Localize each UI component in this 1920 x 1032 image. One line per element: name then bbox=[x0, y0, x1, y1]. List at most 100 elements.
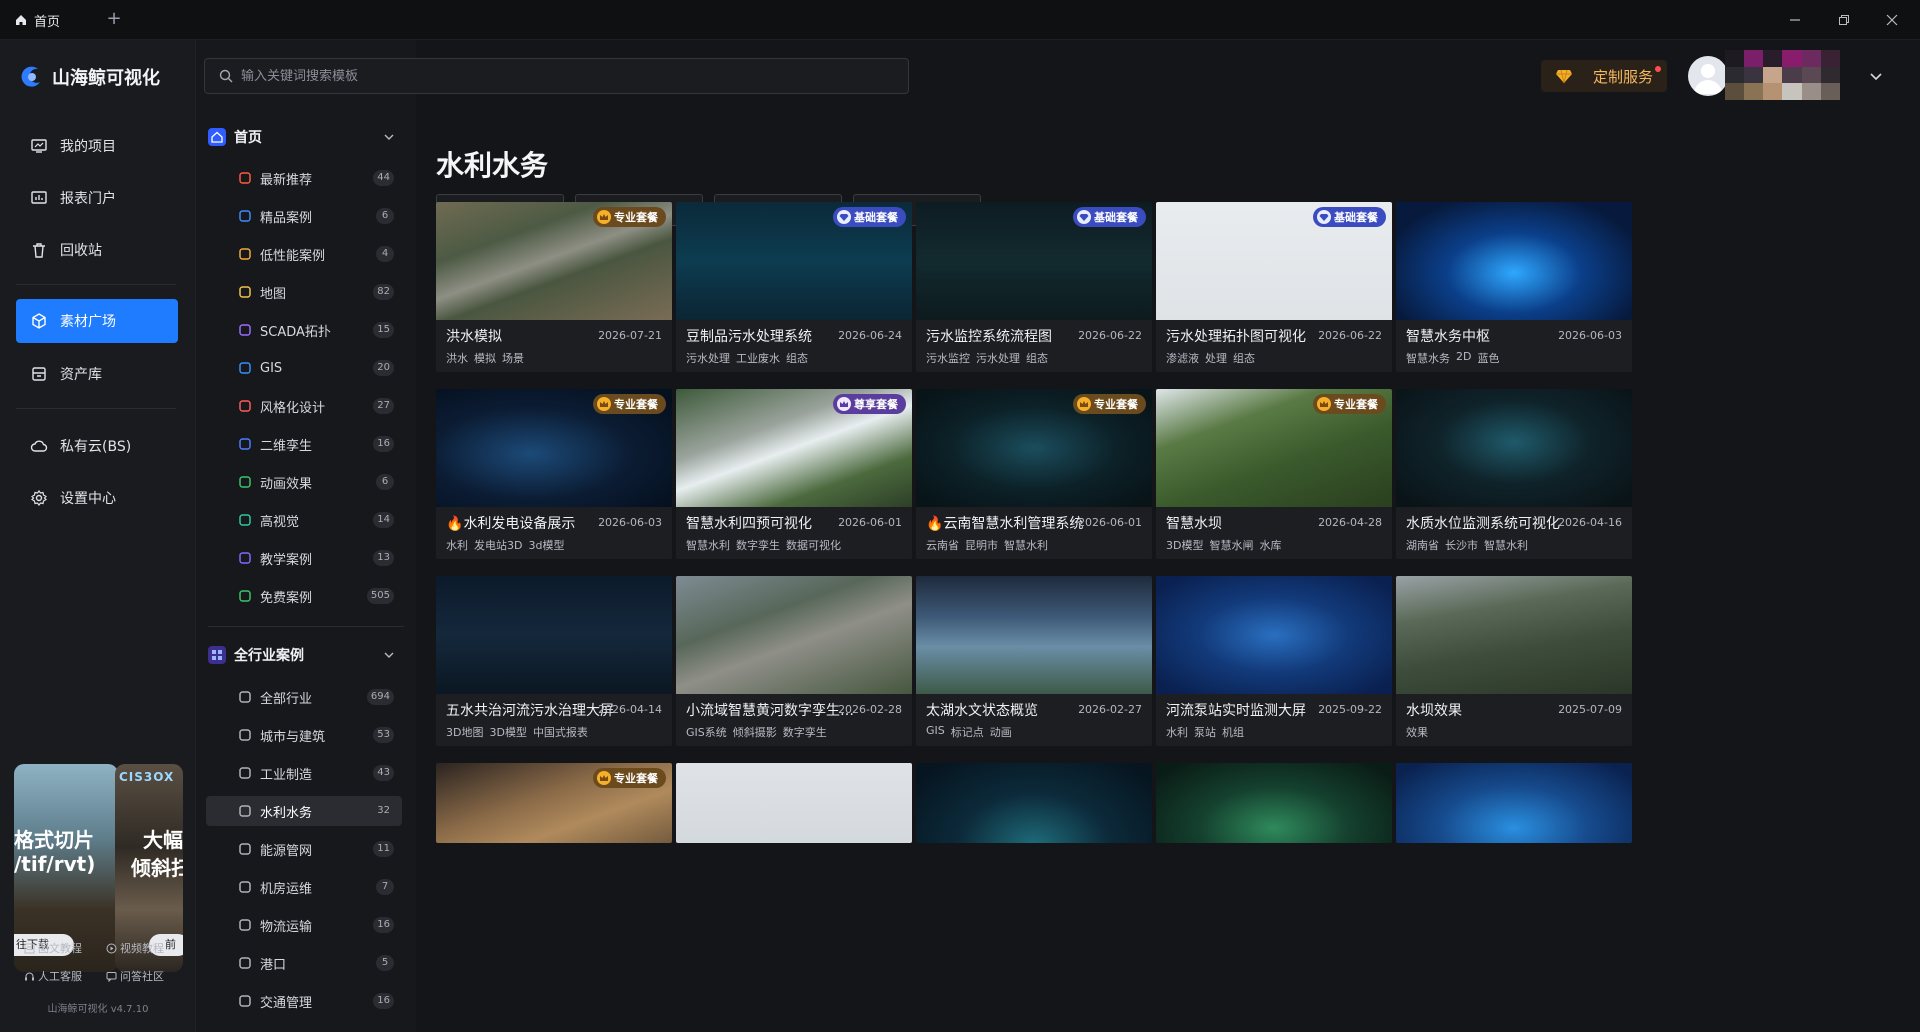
template-card[interactable]: 智慧水务中枢 2026-06-03 智慧水务 2D 蓝色 bbox=[1396, 202, 1632, 372]
template-card[interactable]: 水质水位监测系统可视化 2026-04-16 湖南省 长沙市 智慧水利 bbox=[1396, 389, 1632, 559]
category-count: 13 bbox=[373, 550, 394, 566]
category-item[interactable]: 机房运维 7 bbox=[206, 872, 402, 902]
category-item[interactable]: 二维孪生 16 bbox=[206, 429, 402, 459]
category-label: 二维孪生 bbox=[260, 438, 313, 454]
nav-asset-library[interactable]: 资产库 bbox=[16, 352, 178, 396]
nav-settings[interactable]: 设置中心 bbox=[16, 476, 178, 520]
category-item[interactable]: 工业制造 43 bbox=[206, 758, 402, 788]
category-item[interactable]: 交通管理 16 bbox=[206, 986, 402, 1016]
fire-icon: 🔥 bbox=[926, 516, 944, 532]
brand-logo: 山海鲸可视化 bbox=[18, 64, 160, 90]
template-card[interactable]: 专业套餐 bbox=[436, 763, 672, 843]
category-item[interactable]: 高视觉 14 bbox=[206, 505, 402, 535]
card-tag: 智慧水闸 bbox=[1209, 539, 1254, 552]
nav-label: 资产库 bbox=[60, 367, 102, 383]
search-box[interactable] bbox=[204, 58, 909, 94]
category-item[interactable]: 低性能案例 4 bbox=[206, 239, 402, 269]
category-item[interactable]: 全部行业 694 bbox=[206, 682, 402, 712]
category-item[interactable]: 水利水务 32 bbox=[206, 796, 402, 826]
nav-recycle-bin[interactable]: 回收站 bbox=[16, 228, 178, 272]
fire-icon: 🔥 bbox=[446, 516, 464, 532]
card-tag: 发电站3D bbox=[474, 539, 523, 552]
document-icon bbox=[239, 210, 251, 222]
minimize-button[interactable] bbox=[1783, 8, 1807, 32]
restore-button[interactable] bbox=[1832, 8, 1856, 32]
video-tutorial-link[interactable]: 视频教程 bbox=[106, 940, 164, 956]
template-card[interactable]: 水坝效果 2025-07-09 效果 bbox=[1396, 576, 1632, 746]
community-link[interactable]: 问答社区 bbox=[106, 968, 164, 984]
category-item[interactable]: GIS 20 bbox=[206, 353, 402, 383]
category-item[interactable]: 免费案例 505 bbox=[206, 581, 402, 611]
category-label: 地图 bbox=[260, 286, 287, 302]
template-card[interactable]: 尊享套餐 智慧水利四预可视化 2026-06-01 智慧水利 数字孪生 数据可视化 bbox=[676, 389, 912, 559]
tab-home[interactable]: 首页 bbox=[14, 8, 60, 32]
template-card[interactable] bbox=[916, 763, 1152, 843]
template-card[interactable]: 基础套餐 污水处理拓扑图可视化 2026-06-22 渗滤液 处理 组态 bbox=[1156, 202, 1392, 372]
category-item[interactable]: SCADA拓扑 15 bbox=[206, 315, 402, 345]
avatar[interactable] bbox=[1688, 56, 1728, 96]
account-name-blurred bbox=[1725, 50, 1840, 100]
category-label: 港口 bbox=[260, 957, 287, 973]
card-tag: 3d模型 bbox=[528, 539, 565, 552]
template-card[interactable]: 五水共治河流污水治理大屏 2026-04-14 3D地图 3D模型 中国式报表 bbox=[436, 576, 672, 746]
group-industry[interactable]: 全行业案例 bbox=[208, 640, 404, 670]
chevron-up-icon[interactable] bbox=[382, 648, 396, 662]
category-count: 16 bbox=[373, 917, 394, 933]
promo-text: 格式切片 bbox=[14, 828, 94, 852]
support-link[interactable]: 人工客服 bbox=[24, 968, 82, 984]
card-thumbnail bbox=[916, 763, 1152, 843]
card-tag: 倾斜摄影 bbox=[732, 726, 777, 739]
category-item[interactable]: 城市与建筑 53 bbox=[206, 720, 402, 750]
new-tab-button[interactable]: + bbox=[103, 8, 125, 30]
category-item[interactable]: 风格化设计 27 bbox=[206, 391, 402, 421]
truck-icon bbox=[239, 919, 251, 931]
nav-label: 回收站 bbox=[60, 243, 102, 259]
category-count: 16 bbox=[373, 993, 394, 1009]
play-icon bbox=[106, 943, 117, 953]
nav-material-plaza[interactable]: 素材广场 bbox=[16, 299, 178, 343]
card-title-text: 水坝效果 bbox=[1406, 703, 1462, 719]
template-card[interactable]: 基础套餐 豆制品污水处理系统 2026-06-24 污水处理 工业废水 组态 bbox=[676, 202, 912, 372]
nav-my-projects[interactable]: 我的项目 bbox=[16, 124, 178, 168]
chevron-up-icon[interactable] bbox=[382, 130, 396, 144]
category-count: 82 bbox=[373, 284, 394, 300]
template-card[interactable]: 专业套餐 🔥水利发电设备展示 2026-06-03 水利 发电站3D 3d模型 bbox=[436, 389, 672, 559]
template-card[interactable]: 专业套餐 🔥云南智慧水利管理系统 2026-06-01 云南省 昆明市 智慧水利 bbox=[916, 389, 1152, 559]
link-label: 视频教程 bbox=[120, 942, 164, 955]
custom-service-button[interactable]: 定制服务 bbox=[1541, 60, 1668, 92]
category-count: 15 bbox=[373, 322, 394, 338]
category-item[interactable]: 地图 82 bbox=[206, 277, 402, 307]
group-home[interactable]: 首页 bbox=[208, 122, 404, 152]
template-card[interactable]: 基础套餐 污水监控系统流程图 2026-06-22 污水监控 污水处理 组态 bbox=[916, 202, 1152, 372]
category-item[interactable]: 动画效果 6 bbox=[206, 467, 402, 497]
nav-private-cloud[interactable]: 私有云(BS) bbox=[16, 424, 178, 468]
factory-icon bbox=[239, 767, 251, 779]
doc-tutorial-link[interactable]: 图文教程 bbox=[24, 940, 82, 956]
category-item[interactable]: 教学案例 13 bbox=[206, 543, 402, 573]
template-card[interactable]: 太湖水文状态概览 2026-02-27 GIS 标记点 动画 bbox=[916, 576, 1152, 746]
category-label: 交通管理 bbox=[260, 995, 313, 1011]
grid-icon bbox=[239, 691, 251, 703]
template-card[interactable]: 专业套餐 智慧水坝 2026-04-28 3D模型 智慧水闸 水库 bbox=[1156, 389, 1392, 559]
account-menu-chevron-icon[interactable] bbox=[1868, 68, 1884, 84]
template-card[interactable]: 专业套餐 洪水模拟 2026-07-21 洪水 模拟 场景 bbox=[436, 202, 672, 372]
template-card[interactable] bbox=[1396, 763, 1632, 843]
template-card[interactable] bbox=[1156, 763, 1392, 843]
category-item[interactable]: 最新推荐 44 bbox=[206, 163, 402, 193]
close-button[interactable] bbox=[1880, 8, 1904, 32]
card-tag: 泵站 bbox=[1194, 726, 1216, 739]
card-tag: 水库 bbox=[1259, 539, 1282, 552]
card-tags: 渗滤液 处理 组态 bbox=[1166, 350, 1255, 366]
category-item[interactable]: 能源管网 11 bbox=[206, 834, 402, 864]
search-input[interactable] bbox=[241, 68, 881, 84]
template-card[interactable] bbox=[676, 763, 912, 843]
category-item[interactable]: 物流运输 16 bbox=[206, 910, 402, 940]
category-item[interactable]: 精品案例 6 bbox=[206, 201, 402, 231]
nav-report-portal[interactable]: 报表门户 bbox=[16, 176, 178, 220]
category-item[interactable]: 港口 5 bbox=[206, 948, 402, 978]
card-title-text: 云南智慧水利管理系统 bbox=[943, 516, 1084, 532]
badge-label: 专业套餐 bbox=[614, 398, 658, 411]
template-card[interactable]: 小流域智慧黄河数字孪生平... 2026-02-28 GIS系统 倾斜摄影 数字孪生 bbox=[676, 576, 912, 746]
template-card[interactable]: 河流泵站实时监测大屏 2025-09-22 水利 泵站 机组 bbox=[1156, 576, 1392, 746]
card-date: 2026-07-21 bbox=[598, 329, 662, 342]
